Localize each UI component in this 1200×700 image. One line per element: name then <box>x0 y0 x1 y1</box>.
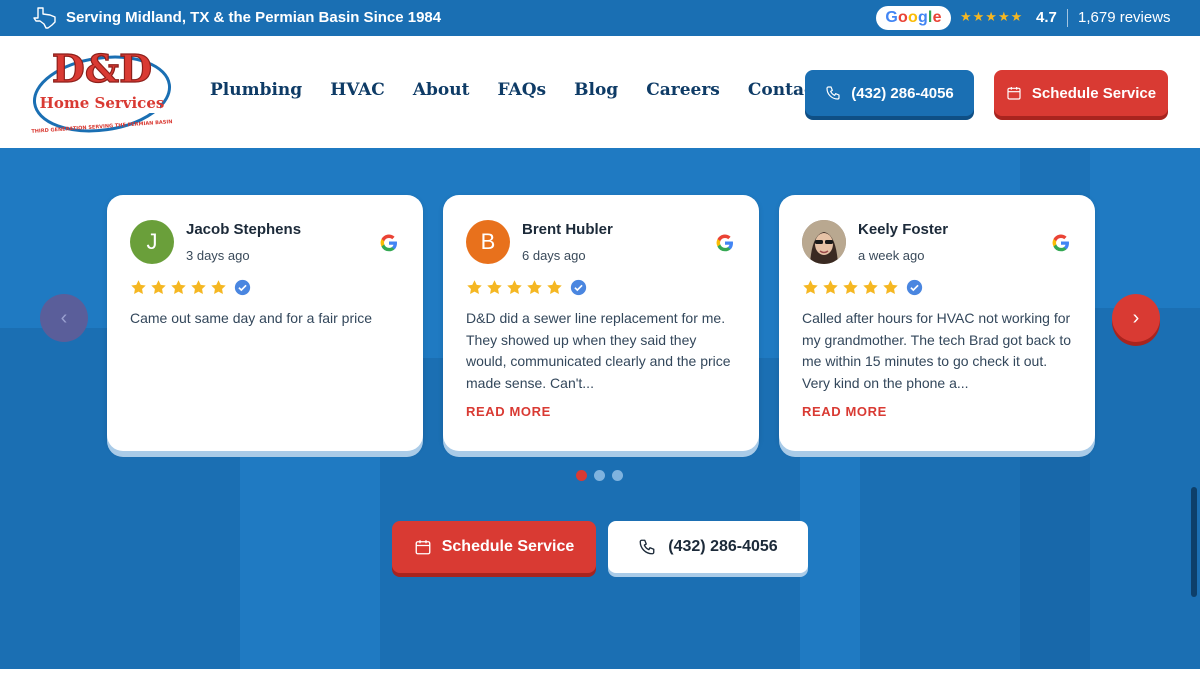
site-header: D&D Home Services THIRD GENERATION SERVI… <box>0 36 1200 148</box>
google-g-icon <box>716 234 733 252</box>
star-icon <box>863 280 878 295</box>
logo-tagline: THIRD GENERATION SERVING THE PERMIAN BAS… <box>31 119 172 135</box>
star-rating <box>130 279 251 296</box>
chevron-right-icon: › <box>1132 306 1140 329</box>
header-schedule-label: Schedule Service <box>1031 84 1157 102</box>
star-icon <box>487 280 502 295</box>
rating-stars: ★★★★★ <box>960 9 1024 24</box>
company-logo[interactable]: D&D Home Services THIRD GENERATION SERVI… <box>30 44 175 136</box>
chevron-left-icon: ‹ <box>60 306 68 329</box>
hero-phone-button[interactable]: (432) 286-4056 <box>608 521 808 573</box>
main-nav: Plumbing HVAC About FAQs Blog Careers Co… <box>210 80 850 100</box>
review-text: D&D did a sewer line replacement for me.… <box>466 310 731 391</box>
carousel-dots <box>576 470 623 481</box>
verified-icon <box>234 279 251 296</box>
texas-icon <box>33 7 56 29</box>
review-date: 3 days ago <box>186 248 250 263</box>
star-icon <box>527 280 542 295</box>
google-badge[interactable]: G o o g l e <box>876 6 951 30</box>
star-icon <box>211 280 226 295</box>
star-icon <box>823 280 838 295</box>
reviews-count-link[interactable]: 1,679 reviews <box>1078 9 1171 26</box>
verified-icon <box>570 279 587 296</box>
star-rating <box>802 279 923 296</box>
star-icon <box>803 280 818 295</box>
phone-icon <box>639 539 655 555</box>
scrollbar-thumb[interactable] <box>1191 487 1197 597</box>
header-phone-label: (432) 286-4056 <box>851 84 954 102</box>
rating-value: 4.7 <box>1036 9 1057 26</box>
phone-icon <box>826 86 840 100</box>
carousel-next-button[interactable]: › <box>1112 294 1160 342</box>
review-date: a week ago <box>858 248 925 263</box>
nav-about[interactable]: About <box>413 80 470 100</box>
avatar <box>802 220 846 264</box>
reviewer-name: Keely Foster <box>858 221 949 238</box>
star-icon <box>131 280 146 295</box>
star-icon <box>883 280 898 295</box>
google-letter: o <box>907 9 918 26</box>
reviewer-name: Brent Hubler <box>522 221 613 238</box>
review-text: Called after hours for HVAC not working … <box>802 310 1072 391</box>
nav-hvac[interactable]: HVAC <box>330 80 385 100</box>
star-icon <box>547 280 562 295</box>
avatar: B <box>466 220 510 264</box>
carousel-dot[interactable] <box>576 470 587 481</box>
star-icon <box>467 280 482 295</box>
logo-text: D&D <box>52 46 152 91</box>
review-card: B Brent Hubler 6 days ago D&D did a sewe… <box>443 195 759 451</box>
calendar-icon <box>415 540 431 555</box>
avatar: J <box>130 220 174 264</box>
reviews-section: J Jacob Stephens 3 days ago Came out sam… <box>0 148 1200 669</box>
nav-faqs[interactable]: FAQs <box>497 80 546 100</box>
hero-phone-label: (432) 286-4056 <box>668 538 778 555</box>
top-bar: Serving Midland, TX & the Permian Basin … <box>0 0 1200 36</box>
google-letter: e <box>932 9 942 26</box>
divider <box>1067 9 1068 27</box>
star-icon <box>507 280 522 295</box>
read-more-link[interactable]: READ MORE <box>802 404 887 419</box>
google-g-icon <box>1052 234 1069 252</box>
verified-icon <box>906 279 923 296</box>
star-icon <box>191 280 206 295</box>
logo-subtext: Home Services <box>40 94 165 112</box>
star-icon <box>151 280 166 295</box>
nav-plumbing[interactable]: Plumbing <box>210 80 302 100</box>
star-icon <box>171 280 186 295</box>
carousel-dot[interactable] <box>612 470 623 481</box>
calendar-icon <box>1007 87 1021 100</box>
serving-text: Serving Midland, TX & the Permian Basin … <box>66 9 442 26</box>
carousel-dot[interactable] <box>594 470 605 481</box>
nav-blog[interactable]: Blog <box>574 80 618 100</box>
reviewer-photo <box>802 220 846 264</box>
google-g-icon <box>380 234 397 252</box>
review-date: 6 days ago <box>522 248 586 263</box>
reviewer-name: Jacob Stephens <box>186 221 302 238</box>
google-letter: G <box>885 9 898 26</box>
google-letter: o <box>897 9 908 26</box>
hero-schedule-button[interactable]: Schedule Service <box>392 521 596 573</box>
page-bottom <box>0 669 1200 700</box>
nav-careers[interactable]: Careers <box>646 80 720 100</box>
review-text: Came out same day and for a fair price <box>130 310 373 326</box>
hero-schedule-label: Schedule Service <box>441 538 575 555</box>
read-more-link[interactable]: READ MORE <box>466 404 551 419</box>
review-card: Keely Foster a week ago Called after hou… <box>779 195 1095 451</box>
header-schedule-button[interactable]: Schedule Service <box>994 70 1168 116</box>
carousel-prev-button[interactable]: ‹ <box>40 294 88 342</box>
review-card: J Jacob Stephens 3 days ago Came out sam… <box>107 195 423 451</box>
star-rating <box>466 279 587 296</box>
star-icon <box>843 280 858 295</box>
google-letter: g <box>917 9 928 26</box>
header-phone-button[interactable]: (432) 286-4056 <box>805 70 974 116</box>
